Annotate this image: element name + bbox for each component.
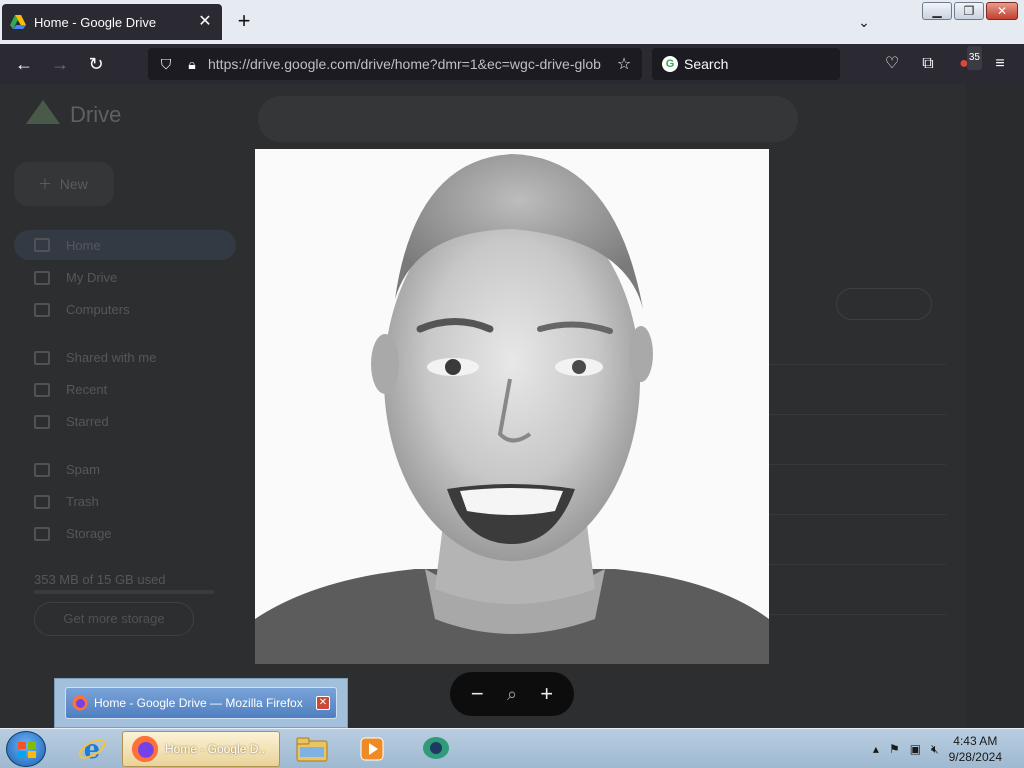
google-search-icon: G xyxy=(662,56,678,72)
tab-title: Home - Google Drive xyxy=(34,14,157,30)
firefox-taskbar-button[interactable]: Home - Google D... xyxy=(122,731,280,767)
storage-bar xyxy=(34,590,214,594)
sidebar-item-trash: Trash xyxy=(34,494,99,509)
windows-logo-icon xyxy=(18,742,36,758)
firefox-icon xyxy=(131,735,159,763)
firefox-taskbar-label: Home - Google D... xyxy=(165,742,265,756)
start-button[interactable] xyxy=(6,731,46,767)
new-tab-button[interactable]: + xyxy=(232,10,256,34)
media-player-icon xyxy=(360,737,384,761)
shield-icon[interactable]: ⛉ xyxy=(156,54,176,74)
sidebar-item-shared: Shared with me xyxy=(34,350,156,365)
sidebar-item-spam: Spam xyxy=(34,462,100,477)
extensions-icon[interactable]: ⧉ xyxy=(916,52,940,76)
forward-icon[interactable]: → xyxy=(48,52,72,76)
search-placeholder: Search xyxy=(684,56,729,72)
restore-button[interactable]: ❐ xyxy=(954,2,984,20)
zoom-out-button[interactable]: − xyxy=(463,680,491,708)
taskbar-window-preview[interactable]: Home - Google Drive — Mozilla Firefox ✕ xyxy=(54,678,348,728)
show-hidden-icons-icon[interactable]: ▴ xyxy=(873,742,879,756)
windows-taskbar: e Home - Google D... ▴ ⚑ ▣ 🔇︎ 4:43 AM 9/… xyxy=(0,728,1024,768)
menu-icon[interactable]: ≡ xyxy=(988,52,1012,76)
action-center-flag-icon[interactable]: ⚑ xyxy=(889,742,900,756)
sidebar-item-my-drive: My Drive xyxy=(34,270,117,285)
navigation-toolbar: ← → ↻ ⛉ 🔒︎ https://drive.google.com/driv… xyxy=(0,44,1024,84)
close-window-button[interactable]: ✕ xyxy=(986,2,1018,20)
file-explorer-pin[interactable] xyxy=(284,731,340,767)
internet-explorer-icon: e xyxy=(78,735,106,764)
minimize-button[interactable]: ▁ xyxy=(922,2,952,20)
pocket-icon[interactable]: ♡ xyxy=(880,52,904,76)
search-bar[interactable]: G Search xyxy=(652,48,840,80)
storage-usage-text: 353 MB of 15 GB used xyxy=(34,572,166,587)
url-text[interactable]: https://drive.google.com/drive/home?dmr=… xyxy=(208,56,614,72)
get-more-storage-button: Get more storage xyxy=(34,602,194,636)
view-toggle xyxy=(836,288,932,320)
side-panel xyxy=(966,84,1024,728)
drive-logo-text: Drive xyxy=(70,102,122,127)
zoom-controls: − ⌕ + xyxy=(450,672,574,716)
lock-icon[interactable]: 🔒︎ xyxy=(182,54,202,74)
system-clock[interactable]: 4:43 AM 9/28/2024 xyxy=(949,733,1002,765)
chat-app-pin[interactable] xyxy=(408,731,464,767)
clock-time: 4:43 AM xyxy=(953,734,998,748)
volume-muted-icon[interactable]: 🔇︎ xyxy=(931,742,939,757)
sidebar-item-home: Home xyxy=(14,230,236,260)
tab-close-icon[interactable]: ✕ xyxy=(196,13,214,31)
list-all-tabs-icon[interactable]: ⌄ xyxy=(852,10,876,34)
drive-logo-icon xyxy=(26,100,60,124)
chat-app-icon xyxy=(423,737,449,759)
addon-icon[interactable]: ● 35 xyxy=(952,46,982,76)
system-tray: ▴ ⚑ ▣ 🔇︎ 4:43 AM 9/28/2024 xyxy=(873,729,1024,768)
google-drive-icon xyxy=(10,15,26,29)
drive-search-input xyxy=(258,96,798,142)
back-icon[interactable]: ← xyxy=(12,52,36,76)
portrait-photo xyxy=(255,149,769,664)
url-bar[interactable]: ⛉ 🔒︎ https://drive.google.com/drive/home… xyxy=(148,48,642,80)
media-player-pin[interactable] xyxy=(344,731,400,767)
new-button: ＋ New xyxy=(14,162,114,206)
sidebar-item-storage: Storage xyxy=(34,526,112,541)
internet-explorer-pin[interactable]: e xyxy=(64,731,120,767)
sidebar-item-recent: Recent xyxy=(34,382,107,397)
clock-date: 9/28/2024 xyxy=(948,750,1002,764)
window-preview-item[interactable]: Home - Google Drive — Mozilla Firefox ✕ xyxy=(65,687,337,719)
network-icon[interactable]: ▣ xyxy=(910,742,921,756)
sidebar-item-computers: Computers xyxy=(34,302,130,317)
zoom-in-button[interactable]: + xyxy=(533,680,561,708)
window-preview-title: Home - Google Drive — Mozilla Firefox xyxy=(94,696,303,710)
image-preview[interactable] xyxy=(255,149,769,664)
bookmark-star-icon[interactable]: ☆ xyxy=(614,54,634,74)
close-window-preview-icon[interactable]: ✕ xyxy=(316,696,330,710)
svg-text:e: e xyxy=(84,735,101,764)
sidebar-item-starred: Starred xyxy=(34,414,109,429)
drive-logo: Drive xyxy=(26,100,121,130)
zoom-reset-icon[interactable]: ⌕ xyxy=(498,680,526,708)
tab-google-drive[interactable]: Home - Google Drive ✕ xyxy=(2,4,222,40)
firefox-icon xyxy=(72,695,88,711)
browser-tab-strip: Home - Google Drive ✕ + ⌄ ▁ ❐ ✕ xyxy=(0,0,1024,44)
reload-icon[interactable]: ↻ xyxy=(84,52,108,76)
notification-badge: 35 xyxy=(966,46,982,70)
folder-icon xyxy=(296,737,328,762)
